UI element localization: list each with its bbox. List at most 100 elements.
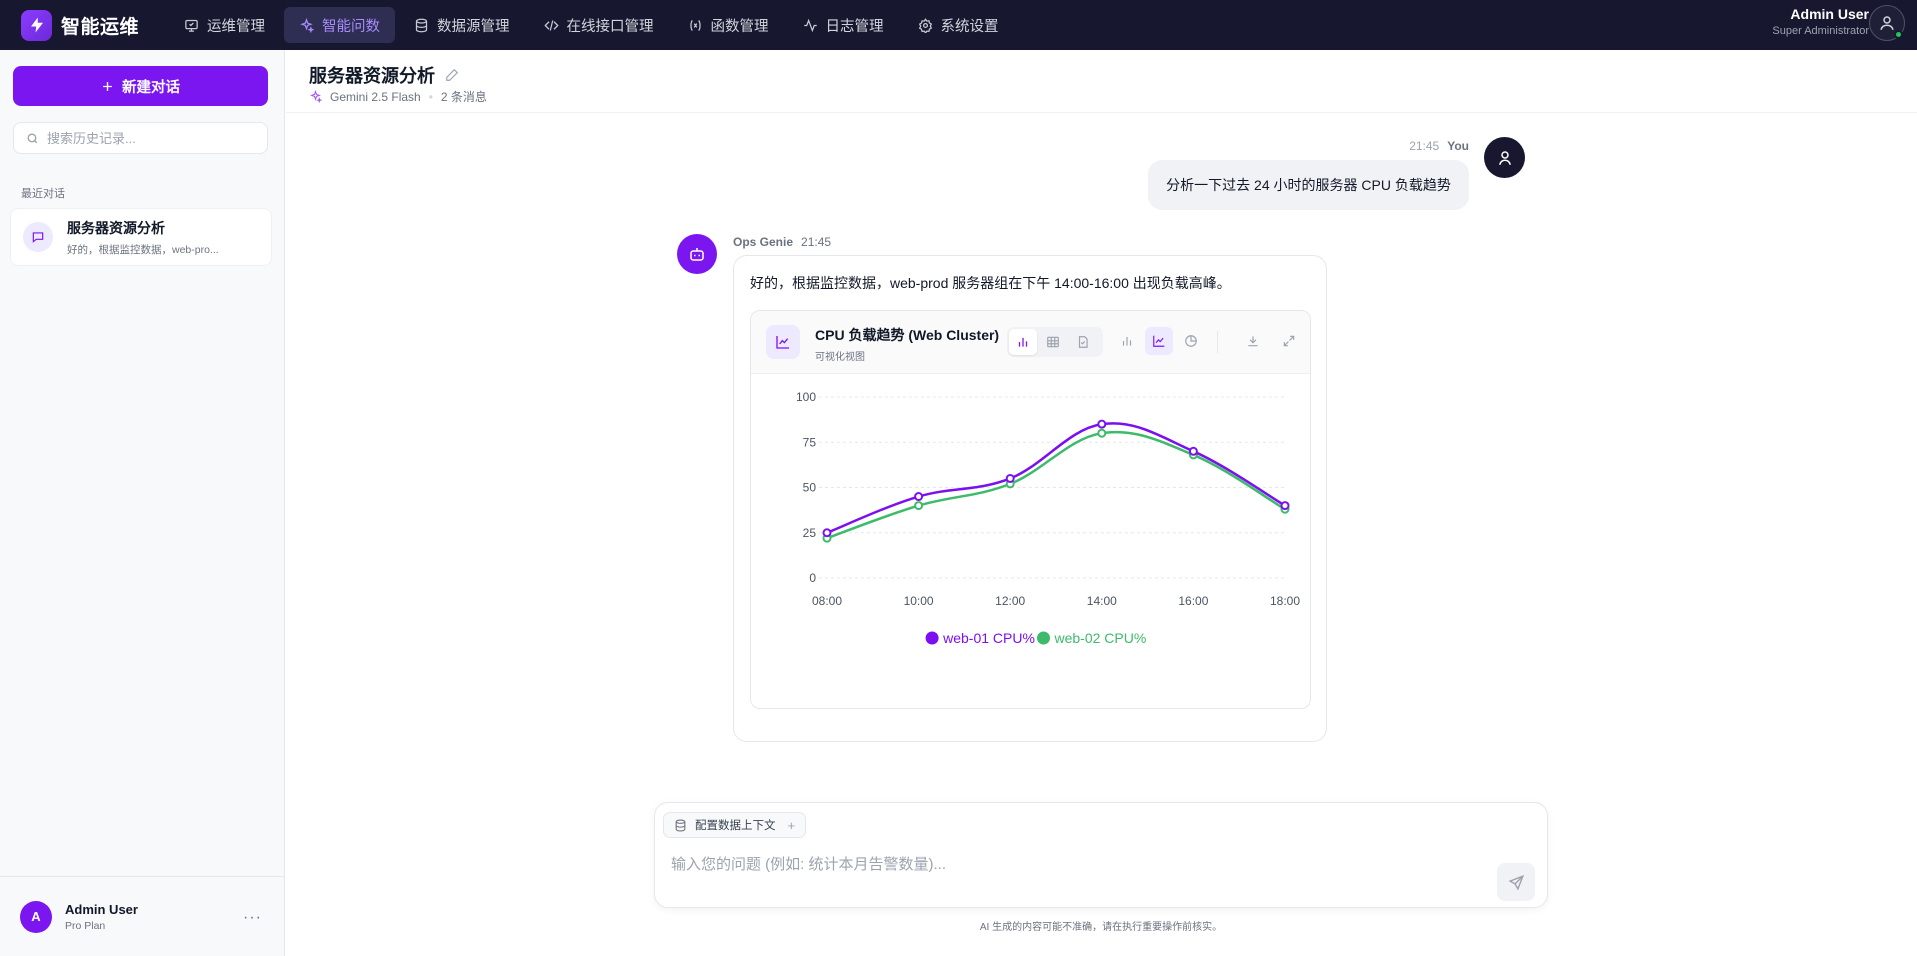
chart-view-button[interactable] [1009,329,1037,355]
nav-label: 系统设置 [940,18,999,35]
data-point [914,492,924,502]
legend-label: web-01 CPU% [942,630,1035,646]
user-info: Admin User Super Administrator [1772,6,1869,37]
expand-button[interactable] [1275,327,1303,355]
expand-icon [1283,335,1295,347]
top-navbar: 智能运维 运维管理 智能问数 数据源管理 在线接口管理 函数管理 日志管理 系统… [0,0,1917,50]
y-tick-label: 0 [809,571,816,585]
message-input[interactable] [671,853,1471,893]
legend-marker [925,631,939,645]
line-chart-icon [766,325,800,359]
legend-label: web-02 CPU% [1054,630,1147,646]
bot-message-text: 好的，根据监控数据，web-prod 服务器组在下午 14:00-16:00 出… [750,275,1231,291]
user-message-time: 21:45 [1409,139,1440,153]
conversation-item[interactable]: 服务器资源分析 好的，根据监控数据，web-pro... [10,208,272,266]
user-message-sender: You [1447,139,1469,153]
nav-label: 智能问数 [322,18,380,35]
nav-item-logs[interactable]: 日志管理 [788,7,899,43]
bot-avatar [677,234,717,274]
download-icon [1248,336,1258,347]
nav-label: 在线接口管理 [566,18,654,35]
sparkle-icon [310,90,322,103]
avatar[interactable]: A [20,900,52,933]
x-tick-label: 12:00 [995,594,1025,608]
data-point [914,501,924,511]
data-context-button[interactable]: 配置数据上下文 + [663,812,807,838]
history-search-input[interactable] [47,130,247,146]
lightning-icon [21,9,52,41]
search-icon [27,132,38,143]
toolbar-divider [1217,331,1218,353]
x-tick-label: 16:00 [1178,594,1208,608]
footer-user-plan: Pro Plan [65,919,106,932]
more-options-icon[interactable]: ··· [243,909,262,927]
pie-type-button[interactable] [1177,327,1205,355]
user-message-avatar [1484,137,1525,178]
database-icon [415,18,428,32]
bar-chart-icon [1122,336,1132,346]
new-chat-button[interactable]: 新建对话 [13,66,268,106]
meta-separator: • [428,89,433,104]
nav-item-datasource[interactable]: 数据源管理 [399,7,525,43]
user-message-meta: 21:45 You [1409,139,1469,153]
line-type-button[interactable] [1145,327,1173,355]
function-icon [689,19,701,31]
context-chip-label: 配置数据上下文 [695,820,776,832]
chart-card: CPU 负载趋势 (Web Cluster) 可视化视图 0 25 50 75 … [750,310,1311,709]
plus-icon [103,81,112,91]
nav-item-api[interactable]: 在线接口管理 [529,7,669,43]
bar-type-button[interactable] [1113,327,1141,355]
y-tick-label: 50 [803,481,817,495]
footer-user-name: Admin User [65,901,138,917]
view-toggle [1007,327,1103,357]
bar-chart-icon [1018,337,1028,347]
table-icon [1047,336,1059,348]
nav-label: 函数管理 [710,18,769,35]
gear-icon [918,17,932,33]
x-tick-label: 14:00 [1087,594,1117,608]
main-nav: 运维管理 智能问数 数据源管理 在线接口管理 函数管理 日志管理 系统设置 [169,0,1018,50]
chart-header: CPU 负载趋势 (Web Cluster) 可视化视图 [751,311,1310,374]
bot-message-meta: Ops Genie 21:45 [733,235,831,249]
recent-section-label: 最近对话 [21,188,65,200]
chart-subtitle: 可视化视图 [815,352,865,363]
code-icon [543,19,559,31]
online-status-dot [1894,30,1903,39]
sidebar-user-footer: A Admin User Pro Plan ··· [0,876,284,956]
user-avatar-button[interactable] [1869,5,1905,41]
send-button[interactable] [1497,863,1535,901]
history-search[interactable] [13,122,268,154]
nav-item-smart-query[interactable]: 智能问数 [284,7,395,43]
series-line [826,422,1286,534]
message-composer: 配置数据上下文 + [654,802,1548,908]
edit-pencil-icon[interactable] [445,68,459,82]
nav-item-functions[interactable]: 函数管理 [673,7,784,43]
data-point [1280,501,1290,511]
brand[interactable]: 智能运维 [21,9,161,41]
line-chart-icon [1153,335,1165,347]
download-button[interactable] [1239,327,1267,355]
document-icon [1078,336,1088,348]
conversation-header: 服务器资源分析 Gemini 2.5 Flash • 2 条消息 [286,50,1917,113]
robot-icon [690,248,704,261]
nav-item-settings[interactable]: 系统设置 [903,7,1014,43]
data-point [822,528,832,538]
x-tick-label: 18:00 [1270,594,1300,608]
legend-marker [1037,631,1050,645]
nav-item-ops[interactable]: 运维管理 [169,7,280,43]
bot-sender: Ops Genie [733,235,794,249]
bot-message-time: 21:45 [801,235,832,249]
conversation-preview: 好的，根据监控数据，web-pro... [67,243,219,256]
user-message-bubble: 分析一下过去 24 小时的服务器 CPU 负载趋势 [1148,160,1469,210]
bot-message-card: 好的，根据监控数据，web-prod 服务器组在下午 14:00-16:00 出… [733,255,1327,742]
conversation-title: 服务器资源分析 [67,219,165,236]
model-name: Gemini 2.5 Flash [330,89,421,104]
cpu-line-chart: 0 25 50 75 100 08:00 10:00 12:00 14:00 16:00 18:00… [796,390,1300,646]
y-tick-label: 100 [796,390,816,404]
database-icon [675,819,686,831]
data-view-button[interactable] [1069,329,1097,355]
page-title: 服务器资源分析 [309,66,435,86]
user-icon [1880,16,1894,30]
table-view-button[interactable] [1039,329,1067,355]
nav-label: 数据源管理 [437,18,510,35]
